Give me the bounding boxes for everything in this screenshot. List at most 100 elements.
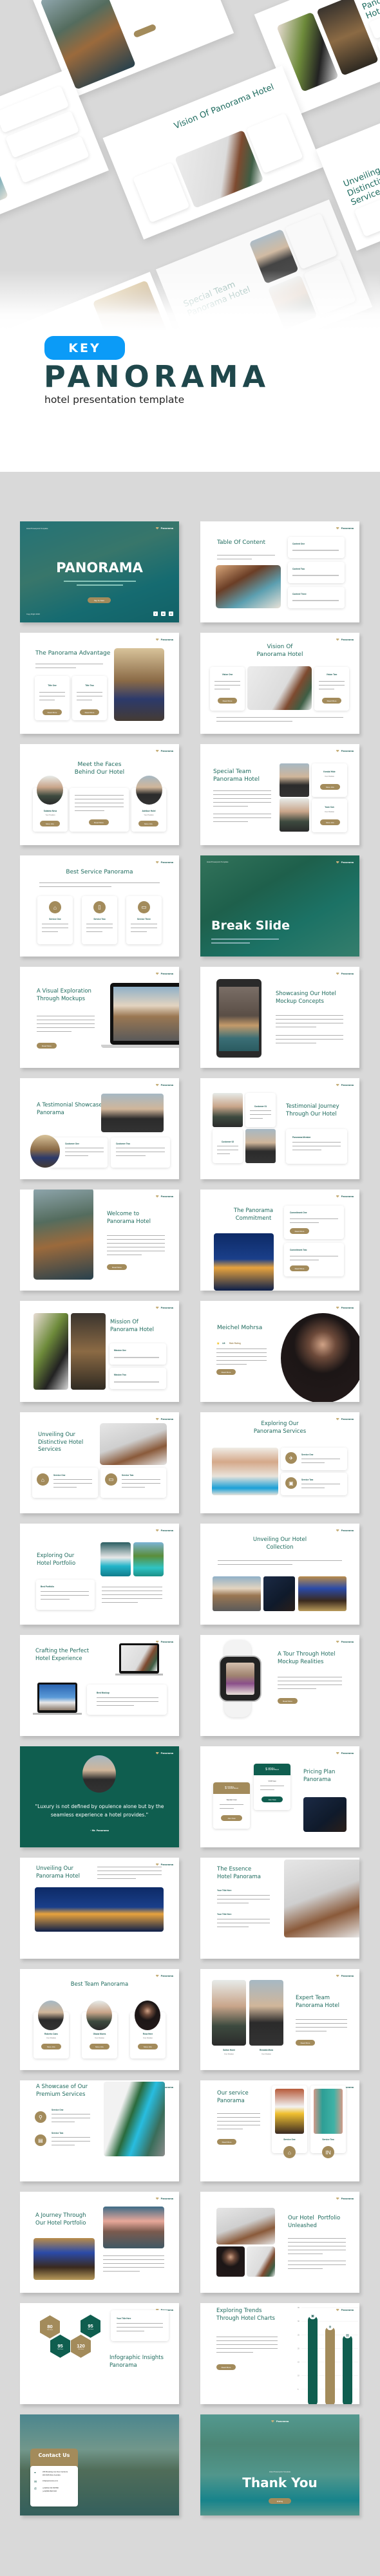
slide-contact[interactable]: Contact Us ⌖ 206 Broadway Ave New Canberra… [20,2414,179,2515]
photo [303,1797,347,1832]
logo: Panorama [155,861,173,864]
read-more-button[interactable]: Read More [217,2139,236,2145]
photo [280,798,309,832]
card-title: Content One [292,543,305,545]
avatar [38,2001,64,2030]
slide-unveil-hotel[interactable]: Panorama Unveiling Our Panorama Hotel [20,1858,179,1959]
logo-text: Panorama [341,861,354,864]
slide-journey[interactable]: Panorama A Journey Through Our Hotel Port… [20,2192,179,2293]
slide-title: Testimonial Journey Through Our Hotel [286,1103,339,1117]
slide-commitment[interactable]: Panorama The Panorama Commitment Commitmen… [200,1190,359,1291]
photo [213,1093,243,1127]
slide-advantage[interactable]: Panorama The Panorama Advantage Title One R… [20,633,179,734]
slide-quote[interactable]: Panorama "Luxury is not defined by opulen… [20,1746,179,1847]
logo-gem-icon [155,1640,159,1643]
person-name: Sulton Huini [223,2049,235,2051]
slide-infographic[interactable]: Panorama80Title Here95Title Here95Title … [20,2303,179,2404]
slide-faces[interactable]: Panorama Meet the Faces Behind Our Hotel S… [20,744,179,845]
read-more-button[interactable]: More Info [138,2044,158,2049]
read-more-button[interactable]: More Info [90,2044,109,2049]
read-more-button[interactable]: Read More [216,1369,236,1375]
slide-testimonial[interactable]: Panorama A Testimonial Showcase Panorama C… [20,1078,179,1179]
logo-gem-icon [336,1751,339,1755]
read-more-button[interactable]: Read More [290,1228,309,1234]
body-text [35,664,103,671]
slide-testimonial2[interactable]: Panorama Customer 01 Customer 02 Testimonia… [200,1078,359,1179]
read-more-button[interactable]: Read More [107,1264,127,1270]
slide-expert[interactable]: Panorama Sulton Huini Your Position Renaldo… [200,1969,359,2070]
x-icon[interactable]: X [169,611,173,616]
logo-gem-icon [155,2197,159,2200]
body-text [116,1148,165,1159]
slide-title: Crafting the Perfect Hotel Experience [35,1648,90,1662]
read-more-button[interactable]: More Info [320,784,340,790]
laptop-mockup [37,1683,77,1713]
slide-title: Best Service Panorama [66,869,133,875]
slide-profile[interactable]: Panorama Meichel Mohrsa ★ 4.8 Rate Rating Rea… [200,1301,359,1402]
slide-cover[interactable]: Hotel Powerpoint Template Panorama PANORAM… [20,521,179,622]
card-title: Title One [48,684,57,687]
slide-title: Unveiling Our Distinctive Hotel Services [38,1432,84,1453]
read-more-button[interactable]: Read More [216,2364,236,2370]
slide-services3[interactable]: Panorama Best Service Panorama ⌂ Service On… [20,855,179,957]
slide-chart[interactable]: Panorama Exploring Trends Through Hotel C… [200,2303,359,2404]
logo-gem-icon [336,1640,339,1643]
slide-unleashed[interactable]: Panorama Our Hotel Portfolio Unleashed [200,2192,359,2293]
slide-title: Infographic Insights Panorama [109,2355,164,2369]
read-more-button[interactable]: Join Now [221,1815,242,1821]
person-name: Glacia Mores [93,2033,106,2035]
read-more-button[interactable]: More Info [41,2044,61,2049]
bar [325,2326,335,2404]
template-label: Hotel Powerpoint Template [207,861,229,863]
slide-thanks[interactable]: Panorama Hotel Powerpoint Template Thank Y… [200,2414,359,2515]
slide-toc[interactable]: Panorama Table Of Content Content One Conte… [200,521,359,622]
slide-premium[interactable]: Panorama A Showcase of Our Premium Servic… [20,2080,179,2181]
read-more-button[interactable]: Read More [80,709,99,715]
slide-special-team[interactable]: Panorama Special Team Panorama Hotel Kenda… [200,744,359,845]
page: Welcome to Panorama Hotel Mission Of Pan… [0,0,380,2576]
logo-text: Panorama [341,1640,354,1643]
read-more-button[interactable]: Read More [89,819,109,825]
slide-break[interactable]: Hotel Powerpoint Template Panorama Break S… [200,855,359,957]
linkedin-icon[interactable]: in [161,611,166,616]
read-more-button[interactable]: More Info [138,821,158,826]
read-more-button[interactable]: Read More [37,1043,57,1049]
slide-laptop[interactable]: Panorama A Visual Exploration Through Moc… [20,967,179,1068]
slide-portfolio[interactable]: Panorama Exploring Our Hotel Portfolio Bes… [20,1524,179,1625]
slide-essence[interactable]: PanoramaThe Essence Hotel PanoramaYour T… [200,1858,359,1959]
slide-crafting[interactable]: Panorama Crafting the Perfect Hotel Exper… [20,1635,179,1736]
photo [212,1980,246,2046]
slide-our-service[interactable]: Panorama Our service Panorama Read More Ser… [200,2080,359,2181]
contact-title: Contact Us [38,2452,70,2458]
read-more-button[interactable]: More Info [320,819,340,825]
read-more-button[interactable]: Read More [296,2040,315,2046]
body-text [278,1677,342,1692]
slide-tablet[interactable]: Panorama Showcasing Our Hotel Mockup Conc… [200,967,359,1068]
slide-vision[interactable]: Panorama Vision Of Panorama Hotel Vision O… [200,633,359,734]
card-title: Title Two [85,684,94,687]
slide-collection[interactable]: Panorama Unveiling Our Hotel Collection [200,1524,359,1625]
read-more-button[interactable]: Read More [322,698,341,704]
mission-card [109,1368,166,1389]
facebook-icon[interactable]: f [153,611,158,616]
slide-watch[interactable]: Panorama A Tour Through Hotel Mockup Real… [200,1635,359,1736]
card-title: Service Two [52,2132,64,2134]
slide-explore-services[interactable]: Panorama Exploring Our Panorama Services ✈… [200,1412,359,1513]
read-more-button[interactable]: Read More [218,698,237,704]
stat-label: Title Here [87,2328,94,2330]
read-more-button[interactable]: Read More [278,1698,298,1704]
photo [133,1542,164,1576]
slide-distinctive[interactable]: Panorama Unveiling Our Distinctive Hotel … [20,1412,179,1513]
read-more-button[interactable]: Join Now [261,1797,283,1802]
read-more-button[interactable]: Ending [269,2498,291,2504]
body-text [292,550,339,551]
read-more-button[interactable]: More Info [40,821,60,826]
slide-welcome[interactable]: Panorama Welcome to Panorama Hotel Read Mo… [20,1190,179,1291]
read-more-button[interactable]: Read More [290,1265,309,1271]
watch-mockup [219,1656,261,1702]
slide-pricing[interactable]: Panorama $ 599/Mount Standart Cost Join Now… [200,1746,359,1847]
slide-mission[interactable]: Panorama Mission Of Panorama Hotel Mission… [20,1301,179,1402]
slide-team3[interactable]: Panorama Best Team Panorama Roberto Cans Yo… [20,1969,179,2070]
read-more-button[interactable]: Tap To Start [88,597,111,603]
read-more-button[interactable]: Read More [43,709,62,715]
